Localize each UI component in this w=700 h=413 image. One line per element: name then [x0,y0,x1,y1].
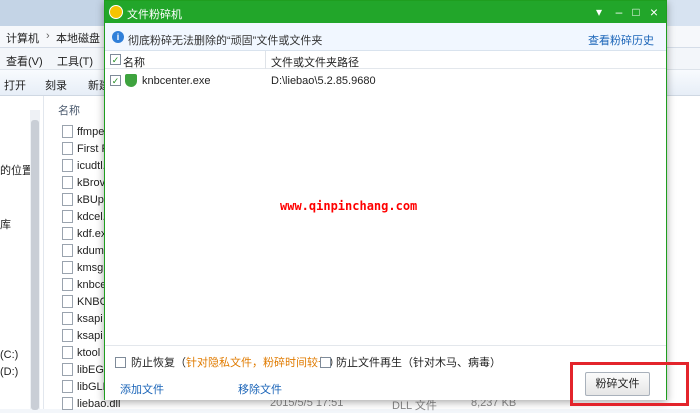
file-item[interactable]: libGLE [62,378,110,395]
file-icon [62,159,73,172]
file-icon [62,329,73,342]
file-icon [62,397,73,410]
nav-scrollbar[interactable] [30,110,40,410]
nav-item-recent[interactable]: 的位置 [0,162,33,178]
file-item[interactable]: ksapi [62,327,103,344]
column-header-name[interactable]: 名称 [58,102,80,118]
menu-view[interactable]: 查看(V) [6,53,43,69]
file-item[interactable]: ksapi [62,310,103,327]
file-item[interactable]: kmsg [62,259,103,276]
file-item[interactable]: KNBC [62,293,108,310]
file-path: D:\liebao\5.2.85.9680 [271,75,376,87]
column-header-path[interactable]: 文件或文件夹路径 [271,54,359,70]
dropdown-menu-icon[interactable]: ▾ [591,4,607,20]
select-all-checkbox[interactable]: ✓ [110,54,121,65]
file-icon [62,363,73,376]
file-item[interactable]: icudtl. [62,157,106,174]
file-icon [62,125,73,138]
scrollbar-thumb[interactable] [31,120,39,410]
info-bar: i 彻底粉碎无法删除的“顽固”文件或文件夹 查看粉碎历史 [105,23,666,51]
file-icon [62,312,73,325]
file-icon [62,142,73,155]
breadcrumb-separator: › [46,30,50,42]
file-item[interactable]: kdcel. [62,208,106,225]
menu-tools[interactable]: 工具(T) [57,53,93,69]
file-item[interactable]: First R [62,140,109,157]
table-row[interactable]: ✓ knbcenter.exe D:\liebao\5.2.85.9680 [105,71,666,91]
add-file-link[interactable]: 添加文件 [120,381,164,397]
file-table-header: ✓ 名称 文件或文件夹路径 [105,51,666,69]
file-item[interactable]: kBrov [62,174,105,191]
file-icon [62,176,73,189]
close-button[interactable]: × [646,4,662,20]
column-header-name[interactable]: 名称 [123,54,145,70]
file-item[interactable]: kdf.ex [62,225,106,242]
file-icon [62,210,73,223]
file-item[interactable]: kdum [62,242,104,259]
shred-history-link[interactable]: 查看粉碎历史 [588,32,654,48]
file-icon [62,261,73,274]
file-item[interactable]: libEG [62,361,104,378]
maximize-button[interactable]: □ [628,4,644,20]
nav-item-library[interactable]: 库 [0,216,11,232]
file-name: knbcenter.exe [142,75,211,87]
file-item[interactable]: kBUp [62,191,104,208]
breadcrumb-local-disk[interactable]: 本地磁盘（ [56,30,111,46]
file-shredder-dialog: 文件粉碎机 ▾ – □ × i 彻底粉碎无法删除的“顽固”文件或文件夹 查看粉碎… [104,0,667,400]
nav-item-drive-c[interactable]: (C:) [0,349,18,361]
dialog-titlebar[interactable]: 文件粉碎机 ▾ – □ × [105,1,666,23]
prevent-regeneration-option[interactable]: 防止文件再生（针对木马、病毒） [320,354,501,370]
file-icon [62,278,73,291]
file-icon [62,346,73,359]
watermark-text: www.qinpinchang.com [280,199,418,213]
file-item[interactable]: ktool [62,344,100,361]
info-text: 彻底粉碎无法删除的“顽固”文件或文件夹 [128,35,323,47]
shield-icon [125,74,137,87]
highlight-box [570,362,689,406]
row-checkbox[interactable]: ✓ [110,75,121,86]
info-icon: i [112,31,124,43]
file-item[interactable]: knbce [62,276,106,293]
file-icon [62,380,73,393]
file-icon [62,227,73,240]
column-divider[interactable] [265,51,266,69]
prevent-regeneration-checkbox[interactable] [320,356,331,368]
prevent-recovery-option[interactable]: 防止恢复（针对隐私文件，粉碎时间较长） [115,354,340,370]
file-icon [62,295,73,308]
nav-item-drive-d[interactable]: (D:) [0,366,18,378]
breadcrumb-computer[interactable]: 计算机 [6,30,39,46]
prevent-recovery-checkbox[interactable] [115,356,126,368]
file-item[interactable]: ffmpe [62,123,104,140]
shredder-logo-icon [109,5,123,19]
file-icon [62,193,73,206]
file-icon [62,244,73,257]
toolbar-open[interactable]: 打开 [4,77,26,93]
explorer-title-blur [0,0,105,26]
remove-file-link[interactable]: 移除文件 [238,381,282,397]
toolbar-burn[interactable]: 刻录 [45,77,67,93]
minimize-button[interactable]: – [611,4,627,20]
dialog-title: 文件粉碎机 [127,9,182,21]
